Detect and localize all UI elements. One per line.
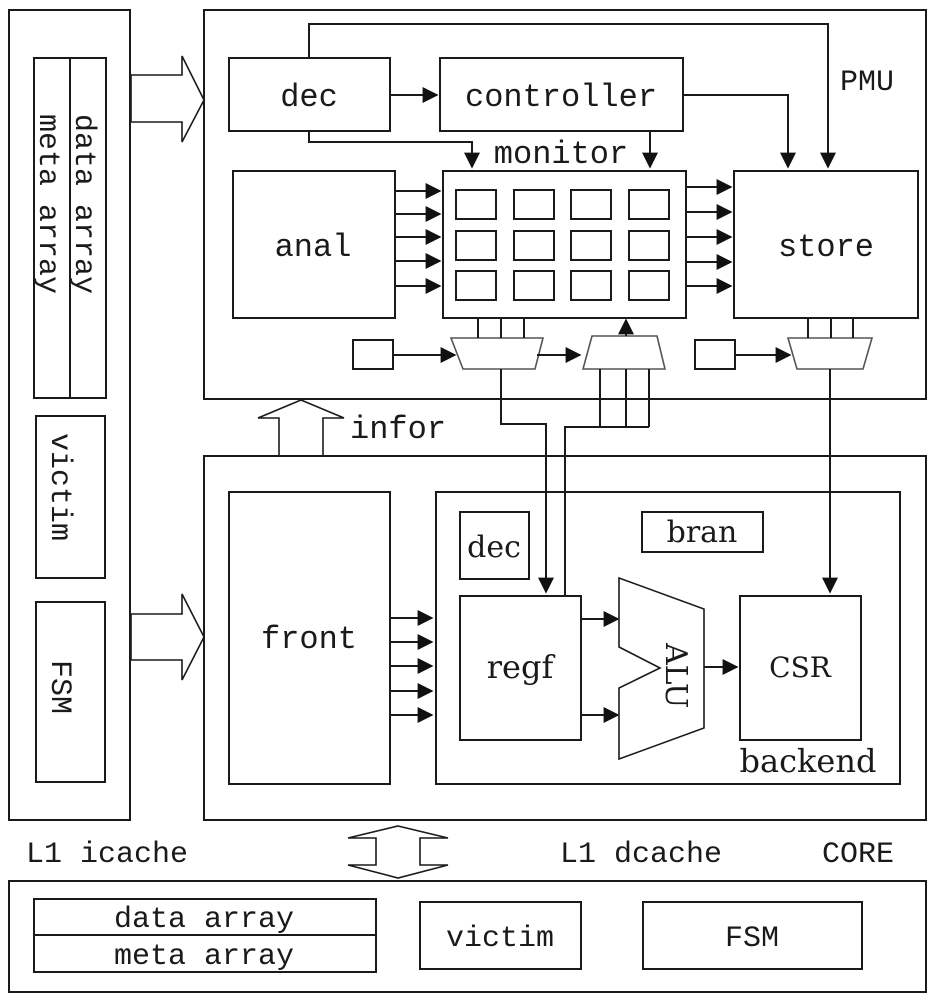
core-dcache-bidirectional-arrow-icon bbox=[347, 825, 449, 879]
store-out-mux bbox=[786, 337, 874, 370]
icache-data-array-label: data array bbox=[66, 114, 100, 294]
monitor-out-mux bbox=[449, 337, 545, 370]
pmu-title: PMU bbox=[840, 66, 894, 100]
backend-alu-label: ALU bbox=[658, 642, 693, 708]
pmu-block: PMU dec controller monitor anal store bbox=[203, 9, 927, 400]
backend-dec-label: dec bbox=[467, 530, 521, 565]
monitor-counter bbox=[513, 230, 555, 261]
core-front-label: front bbox=[261, 621, 357, 658]
monitor-counter bbox=[628, 270, 670, 301]
dcache-victim-label: victim bbox=[446, 922, 554, 956]
l1-dcache-title: L1 dcache bbox=[560, 838, 722, 872]
pmu-store-label: store bbox=[778, 229, 874, 266]
icache-to-core-arrow-icon bbox=[130, 593, 205, 681]
pmu-controller-label: controller bbox=[465, 79, 657, 116]
infor-label: infor bbox=[350, 411, 446, 448]
pmu-monitor-label: monitor bbox=[494, 136, 628, 173]
pmu-dec-label: dec bbox=[280, 79, 338, 116]
pmu-anal-label: anal bbox=[275, 229, 352, 266]
monitor-counter bbox=[570, 270, 612, 301]
monitor-counter bbox=[455, 270, 497, 301]
monitor-counter bbox=[513, 189, 555, 220]
monitor-counter bbox=[628, 230, 670, 261]
monitor-counter bbox=[570, 230, 612, 261]
mux-select-reg-right bbox=[694, 339, 736, 370]
l1-icache-title: L1 icache bbox=[26, 838, 188, 872]
monitor-counter bbox=[455, 189, 497, 220]
architecture-diagram: data array meta array victim FSM L1 icac… bbox=[8, 9, 927, 993]
backend-regf-label: regf bbox=[487, 648, 556, 686]
monitor-counter bbox=[513, 270, 555, 301]
core-backend-label: backend bbox=[740, 742, 877, 780]
monitor-counter bbox=[570, 189, 612, 220]
dcache-data-array-label: data array bbox=[114, 903, 294, 937]
backend-csr-label: CSR bbox=[769, 651, 832, 684]
icache-fsm-label: FSM bbox=[42, 660, 76, 714]
monitor-counter bbox=[628, 189, 670, 220]
monitor-counter bbox=[455, 230, 497, 261]
infor-arrow-icon bbox=[257, 399, 345, 456]
l1-dcache-block: data array meta array victim FSM bbox=[8, 880, 927, 993]
monitor-in-demux bbox=[581, 335, 667, 370]
icache-meta-array-label: meta array bbox=[30, 114, 64, 294]
l1-icache-block: data array meta array victim FSM L1 icac… bbox=[8, 9, 188, 872]
dcache-fsm-label: FSM bbox=[725, 922, 779, 956]
dcache-meta-array-label: meta array bbox=[114, 940, 294, 974]
icache-to-pmu-arrow-icon bbox=[130, 55, 205, 143]
core-title: CORE bbox=[822, 838, 894, 872]
mux-select-reg-left bbox=[352, 339, 394, 370]
backend-bran-label: bran bbox=[667, 515, 738, 550]
icache-victim-label: victim bbox=[42, 433, 76, 541]
